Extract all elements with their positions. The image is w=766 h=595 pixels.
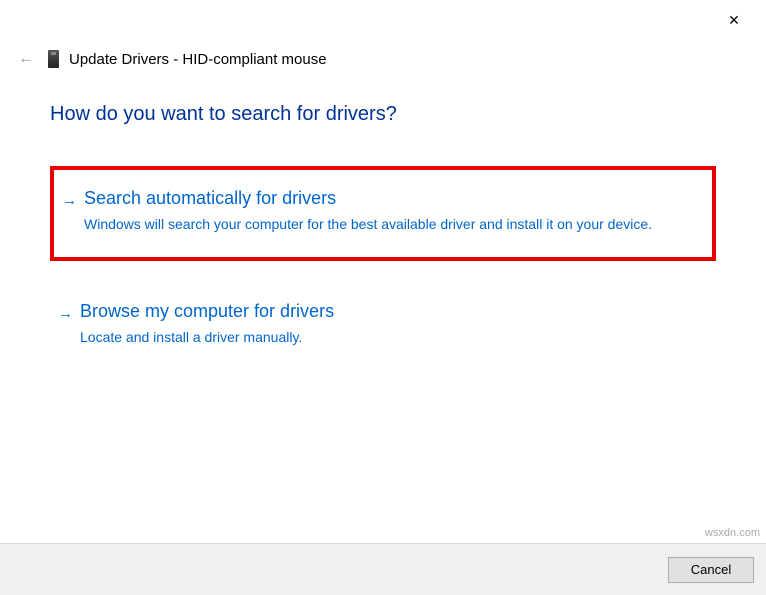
- option-browse-computer[interactable]: → Browse my computer for drivers Locate …: [50, 283, 716, 370]
- watermark: wsxdn.com: [705, 527, 760, 539]
- dialog-title: Update Drivers - HID-compliant mouse: [69, 51, 327, 68]
- dialog-header: ← Update Drivers - HID-compliant mouse: [0, 40, 766, 73]
- arrow-right-icon: →: [62, 192, 77, 209]
- arrow-right-icon: →: [58, 305, 73, 322]
- device-icon: [48, 50, 59, 68]
- dialog-footer: Cancel: [0, 543, 766, 595]
- option-search-automatically[interactable]: → Search automatically for drivers Windo…: [50, 166, 716, 261]
- option-description: Windows will search your computer for th…: [84, 215, 692, 235]
- page-question: How do you want to search for drivers?: [50, 103, 716, 126]
- title-bar: ✕: [0, 0, 766, 40]
- cancel-button[interactable]: Cancel: [668, 557, 754, 583]
- option-title: Search automatically for drivers: [84, 188, 692, 209]
- option-title: Browse my computer for drivers: [80, 301, 696, 322]
- back-arrow-icon[interactable]: ←: [18, 50, 38, 68]
- option-description: Locate and install a driver manually.: [80, 328, 696, 348]
- content-area: How do you want to search for drivers? →…: [0, 73, 766, 369]
- close-button[interactable]: ✕: [714, 5, 754, 35]
